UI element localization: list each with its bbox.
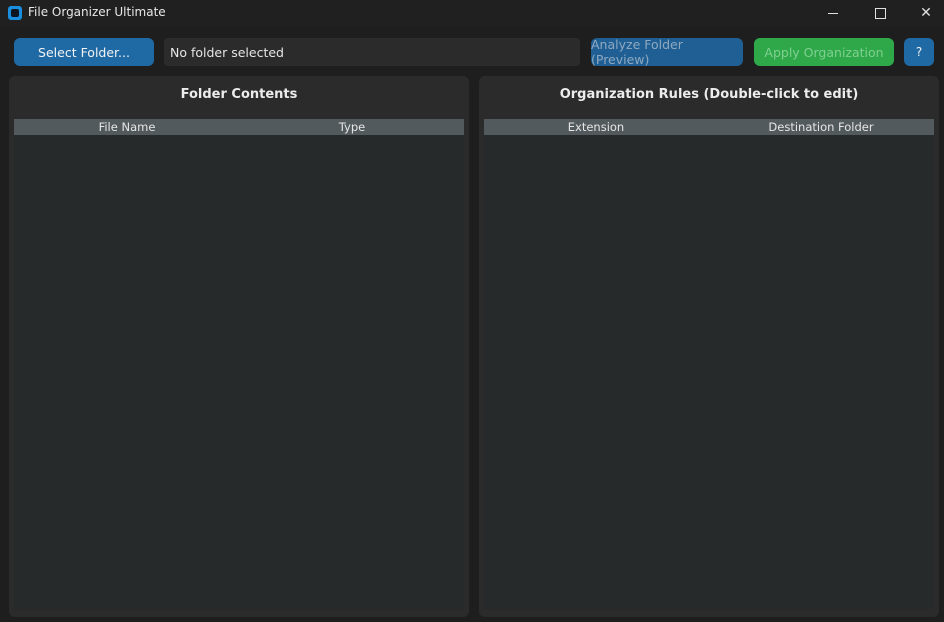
- minimize-button[interactable]: [810, 0, 856, 26]
- column-header-destination-folder[interactable]: Destination Folder: [708, 120, 934, 134]
- organization-rules-header: Extension Destination Folder: [484, 119, 934, 135]
- organization-rules-title: Organization Rules (Double-click to edit…: [559, 87, 859, 102]
- apply-organization-button[interactable]: Apply Organization: [754, 38, 894, 66]
- folder-contents-panel: Folder Contents File Name Type: [9, 76, 469, 617]
- column-header-file-name[interactable]: File Name: [14, 120, 240, 134]
- folder-contents-table[interactable]: File Name Type: [14, 119, 464, 609]
- folder-contents-header: File Name Type: [14, 119, 464, 135]
- maximize-icon: [874, 7, 886, 19]
- title-bar: File Organizer Ultimate ✕: [0, 0, 944, 26]
- select-folder-button[interactable]: Select Folder...: [14, 38, 154, 66]
- maximize-button[interactable]: [857, 0, 903, 26]
- column-header-type[interactable]: Type: [240, 120, 464, 134]
- organization-rules-panel: Organization Rules (Double-click to edit…: [479, 76, 939, 617]
- close-button[interactable]: ✕: [903, 0, 944, 26]
- close-icon: ✕: [920, 5, 932, 21]
- folder-path-field[interactable]: No folder selected: [164, 38, 580, 66]
- column-header-extension[interactable]: Extension: [484, 120, 708, 134]
- folder-contents-title: Folder Contents: [180, 87, 298, 102]
- window-title: File Organizer Ultimate: [28, 5, 166, 19]
- app-icon: [8, 6, 22, 20]
- help-button[interactable]: ?: [904, 38, 934, 66]
- organization-rules-table[interactable]: Extension Destination Folder: [484, 119, 934, 609]
- analyze-folder-button[interactable]: Analyze Folder (Preview): [591, 37, 743, 67]
- minimize-icon: [828, 12, 838, 14]
